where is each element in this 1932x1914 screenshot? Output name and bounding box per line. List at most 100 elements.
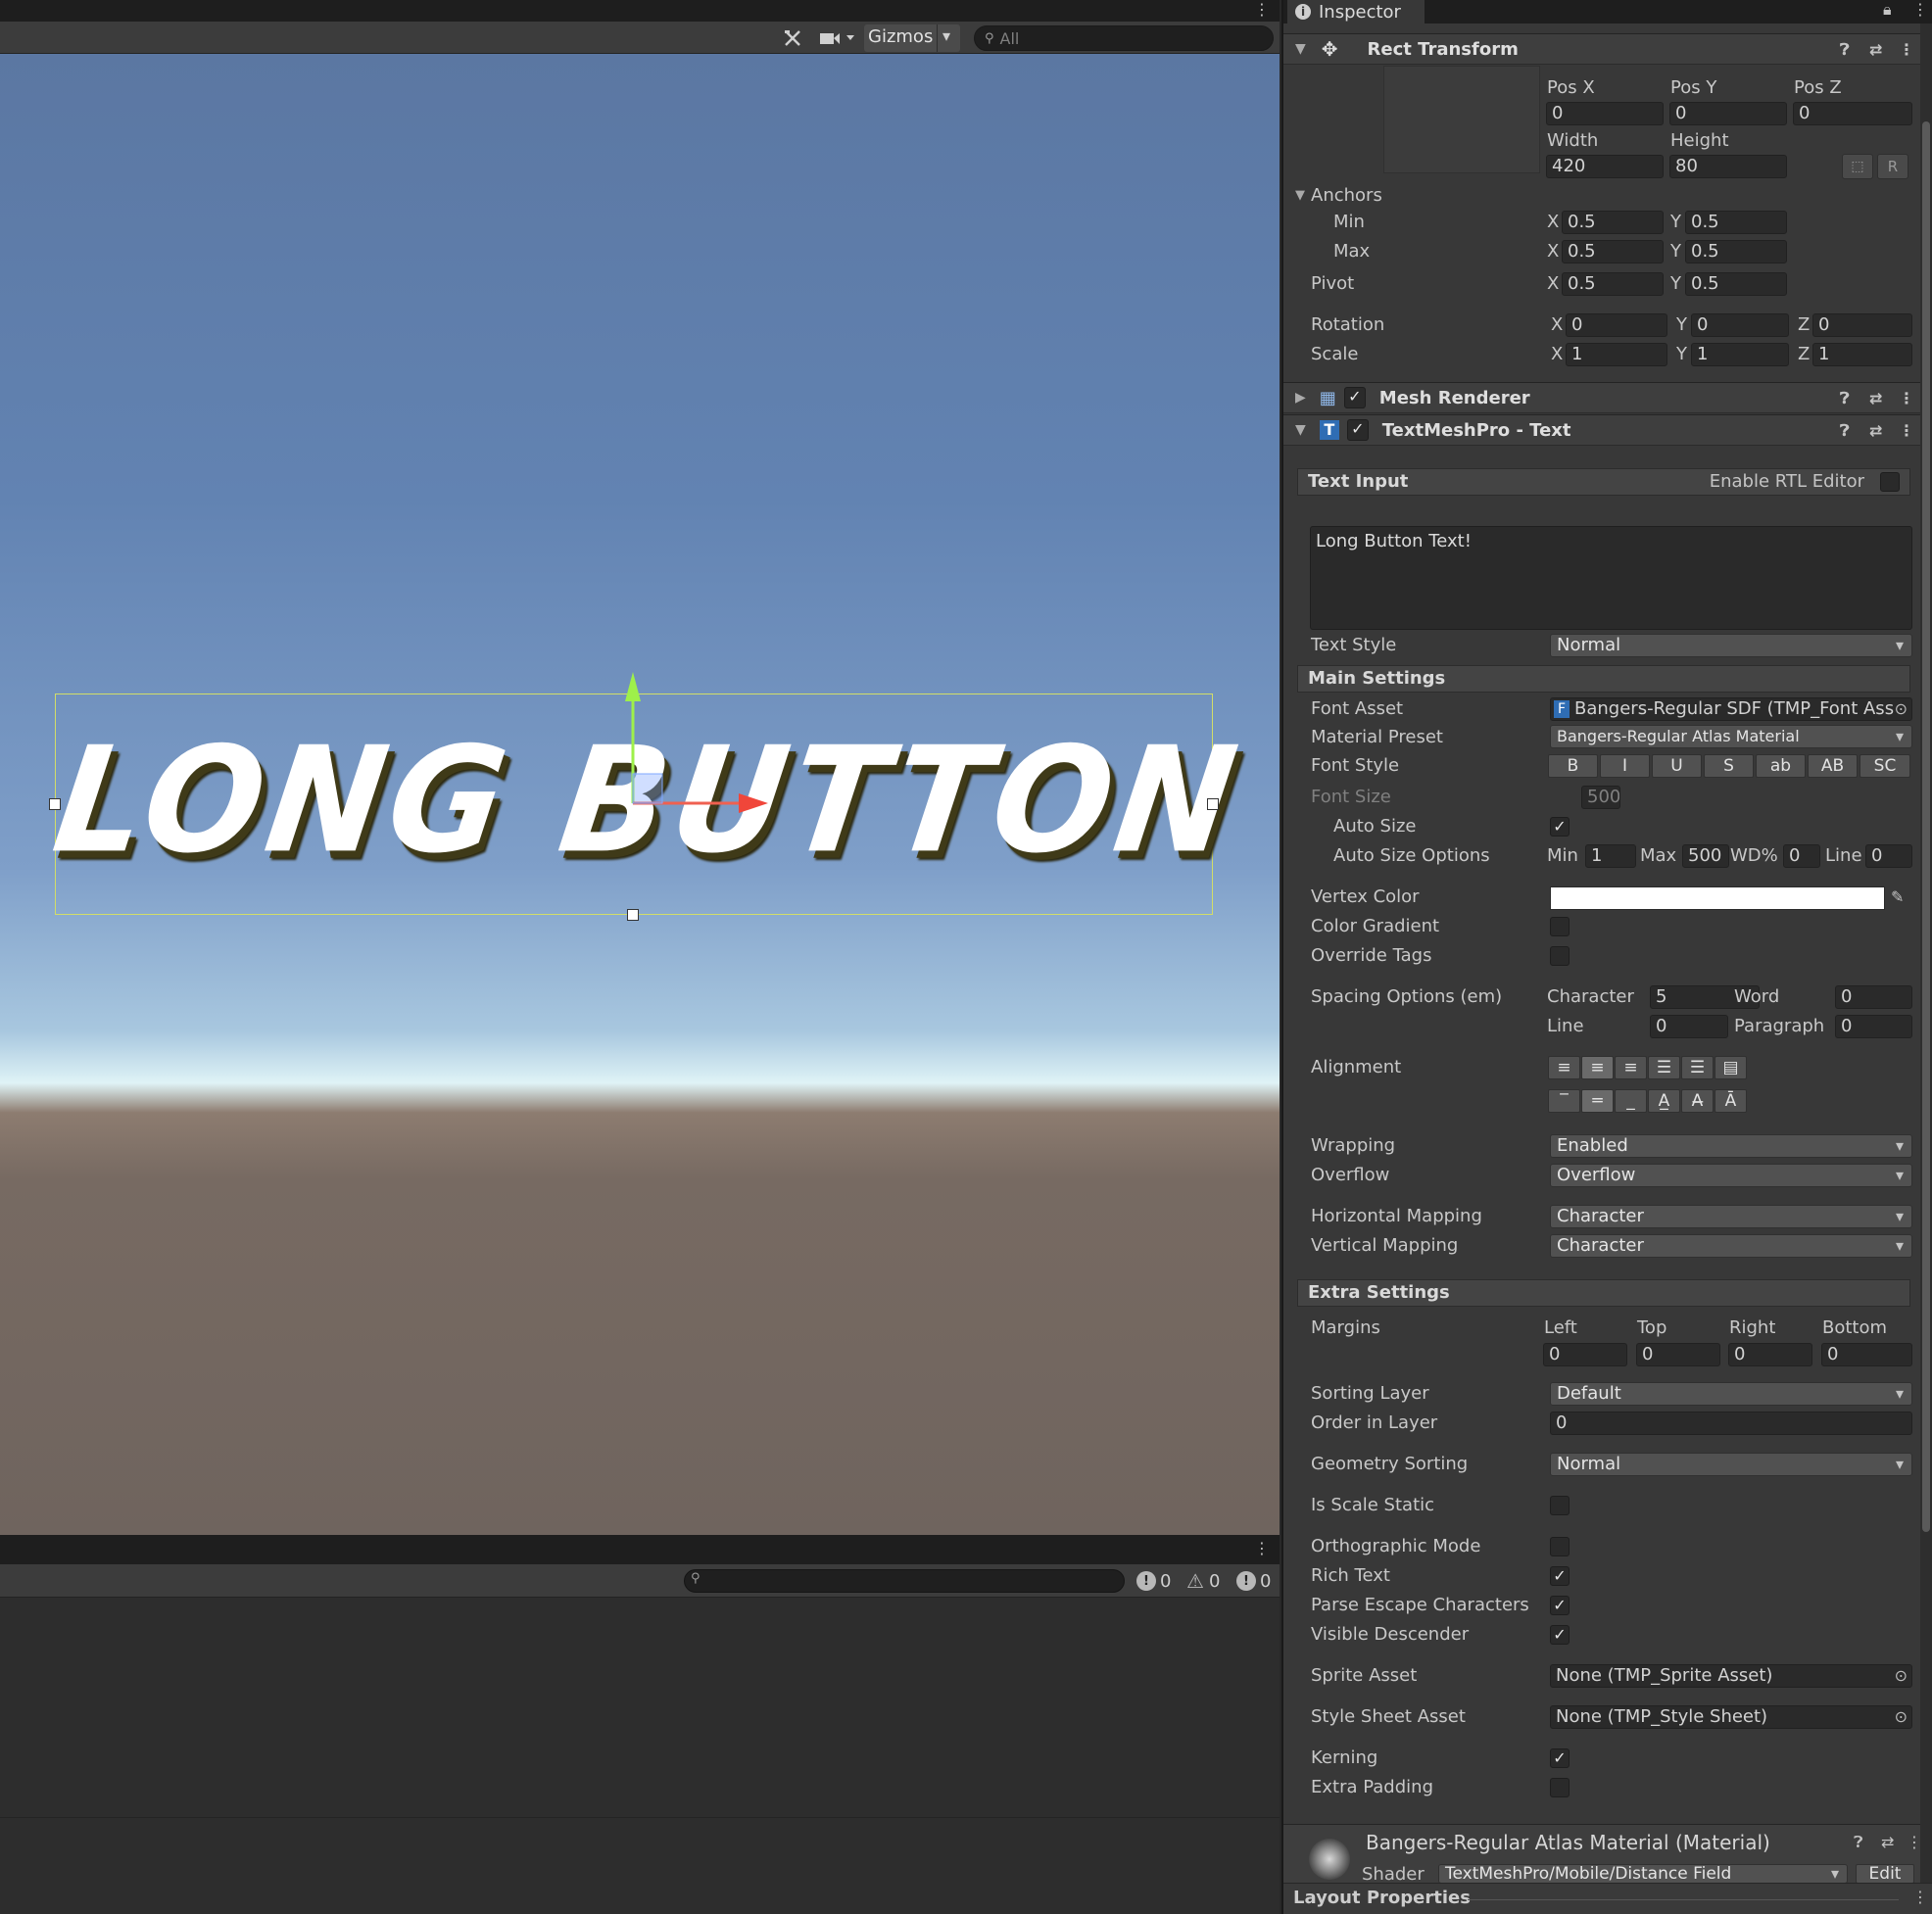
- rotation-y-field[interactable]: 0: [1691, 313, 1789, 337]
- auto-min-field[interactable]: 1: [1585, 844, 1636, 868]
- scale-x-field[interactable]: 1: [1566, 343, 1667, 366]
- visible-descender-checkbox[interactable]: ✓: [1550, 1625, 1570, 1645]
- console-warning-toggle[interactable]: ⚠ 0: [1185, 1569, 1220, 1593]
- margin-right-field[interactable]: 0: [1728, 1343, 1812, 1366]
- pos-y-field[interactable]: 0: [1669, 102, 1787, 125]
- wd-field[interactable]: 0: [1783, 844, 1820, 868]
- horizontal-mapping-dropdown[interactable]: Character: [1550, 1205, 1912, 1228]
- tools-icon[interactable]: [776, 24, 809, 52]
- material-header[interactable]: Bangers-Regular Atlas Material (Material…: [1283, 1824, 1932, 1885]
- margin-top-field[interactable]: 0: [1636, 1343, 1720, 1366]
- help-icon[interactable]: ❓︎: [1840, 38, 1850, 62]
- more-vert-icon[interactable]: ⋮: [1254, 1537, 1270, 1560]
- tmp-enabled-checkbox[interactable]: ✓: [1346, 419, 1369, 441]
- align-left-icon[interactable]: ≡: [1548, 1056, 1580, 1079]
- geometry-sorting-dropdown[interactable]: Normal: [1550, 1453, 1912, 1476]
- vertical-mapping-dropdown[interactable]: Character: [1550, 1234, 1912, 1258]
- pos-x-field[interactable]: 0: [1546, 102, 1664, 125]
- resize-handle-right[interactable]: [1207, 798, 1219, 810]
- material-preset-dropdown[interactable]: Bangers-Regular Atlas Material: [1550, 725, 1912, 748]
- parse-escape-checkbox[interactable]: ✓: [1550, 1596, 1570, 1615]
- margin-left-field[interactable]: 0: [1543, 1343, 1627, 1366]
- line-spacing-field[interactable]: 0: [1650, 1015, 1728, 1038]
- console-error-toggle[interactable]: ! 0: [1236, 1569, 1271, 1593]
- help-icon[interactable]: ❓︎: [1854, 1831, 1863, 1854]
- anchor-presets-button[interactable]: [1383, 66, 1540, 173]
- line-field[interactable]: 0: [1865, 844, 1912, 868]
- scene-view[interactable]: ⋮ Gizmos ▾ ⚲ All LONG BUTTON TEXT!: [0, 0, 1280, 1535]
- foldout-arrow-icon[interactable]: ▼: [1295, 422, 1306, 438]
- style-sheet-field[interactable]: None (TMP_Style Sheet) ⊙: [1550, 1705, 1912, 1729]
- more-vert-icon[interactable]: ⋮: [1254, 0, 1270, 22]
- blueprint-mode-icon[interactable]: ⬚: [1842, 154, 1873, 179]
- preset-icon[interactable]: ⇄: [1869, 387, 1882, 410]
- wrapping-dropdown[interactable]: Enabled: [1550, 1134, 1912, 1158]
- scale-static-checkbox[interactable]: [1550, 1496, 1570, 1515]
- vertex-color-swatch[interactable]: [1550, 886, 1885, 910]
- color-gradient-checkbox[interactable]: [1550, 917, 1570, 936]
- anchor-min-y-field[interactable]: 0.5: [1685, 211, 1787, 234]
- order-in-layer-field[interactable]: 0: [1550, 1412, 1912, 1435]
- auto-size-checkbox[interactable]: ✓: [1550, 817, 1570, 837]
- rotation-z-field[interactable]: 0: [1812, 313, 1912, 337]
- align-geometry-center-icon[interactable]: ▤: [1715, 1056, 1747, 1079]
- text-style-dropdown[interactable]: Normal: [1550, 634, 1912, 657]
- console-info-toggle[interactable]: ! 0: [1136, 1569, 1171, 1593]
- align-capline-icon[interactable]: Ā: [1715, 1089, 1747, 1113]
- align-justified-icon[interactable]: ☰: [1648, 1056, 1680, 1079]
- console-log-area[interactable]: [0, 1598, 1280, 1914]
- help-icon[interactable]: ❓︎: [1840, 387, 1850, 410]
- height-field[interactable]: 80: [1669, 155, 1787, 178]
- shader-edit-button[interactable]: Edit: [1856, 1864, 1914, 1884]
- align-top-icon[interactable]: ‾: [1548, 1089, 1580, 1113]
- font-asset-field[interactable]: F Bangers-Regular SDF (TMP_Font Ass ⊙: [1550, 697, 1912, 721]
- font-style-smallcaps-button[interactable]: SC: [1860, 754, 1910, 778]
- object-picker-icon[interactable]: ⊙: [1895, 1665, 1908, 1687]
- font-style-bold-button[interactable]: B: [1548, 754, 1598, 778]
- margin-bottom-field[interactable]: 0: [1821, 1343, 1912, 1366]
- overflow-dropdown[interactable]: Overflow: [1550, 1164, 1912, 1187]
- lock-icon[interactable]: 🔒︎: [1883, 0, 1892, 22]
- font-style-lowercase-button[interactable]: ab: [1756, 754, 1806, 778]
- auto-max-field[interactable]: 500: [1682, 844, 1729, 868]
- pivot-x-field[interactable]: 0.5: [1562, 272, 1664, 296]
- raw-edit-button[interactable]: R: [1877, 154, 1908, 179]
- enable-rtl-checkbox[interactable]: [1880, 472, 1900, 492]
- width-field[interactable]: 420: [1546, 155, 1664, 178]
- anchor-min-x-field[interactable]: 0.5: [1562, 211, 1664, 234]
- scrollbar-thumb[interactable]: [1922, 121, 1930, 1532]
- object-picker-icon[interactable]: ⊙: [1895, 1706, 1908, 1728]
- align-center-icon[interactable]: ≡: [1581, 1056, 1614, 1079]
- move-gizmo[interactable]: [588, 666, 784, 813]
- camera-icon[interactable]: [813, 24, 860, 52]
- override-tags-checkbox[interactable]: [1550, 946, 1570, 966]
- align-flush-icon[interactable]: ☰: [1681, 1056, 1714, 1079]
- gizmos-dropdown[interactable]: Gizmos ▾: [864, 24, 960, 52]
- more-vert-icon[interactable]: ⋮: [1899, 387, 1914, 410]
- pivot-y-field[interactable]: 0.5: [1685, 272, 1787, 296]
- preset-icon[interactable]: ⇄: [1869, 419, 1882, 443]
- align-middle-icon[interactable]: ═: [1581, 1089, 1614, 1113]
- sprite-asset-field[interactable]: None (TMP_Sprite Asset) ⊙: [1550, 1664, 1912, 1688]
- foldout-arrow-icon[interactable]: ▼: [1295, 184, 1305, 208]
- word-spacing-field[interactable]: 0: [1835, 985, 1912, 1009]
- more-vert-icon[interactable]: ⋮: [1912, 1886, 1928, 1909]
- tmp-text-header[interactable]: ▼ T ✓ TextMeshPro - Text ❓︎ ⇄ ⋮: [1283, 414, 1932, 446]
- resize-handle-bottom[interactable]: [627, 909, 639, 921]
- more-vert-icon[interactable]: ⋮: [1912, 0, 1928, 22]
- text-input-area[interactable]: Long Button Text!: [1310, 526, 1912, 630]
- scale-z-field[interactable]: 1: [1812, 343, 1912, 366]
- align-right-icon[interactable]: ≡: [1615, 1056, 1647, 1079]
- eyedropper-icon[interactable]: ✎: [1891, 885, 1904, 909]
- layout-properties-bar[interactable]: Layout Properties ⋮: [1283, 1883, 1932, 1914]
- more-vert-icon[interactable]: ⋮: [1899, 38, 1914, 62]
- orthographic-mode-checkbox[interactable]: [1550, 1537, 1570, 1556]
- inspector-scrollbar[interactable]: [1920, 24, 1932, 1883]
- anchor-max-x-field[interactable]: 0.5: [1562, 240, 1664, 263]
- mesh-renderer-header[interactable]: ▶ ▦ ✓ Mesh Renderer ❓︎ ⇄ ⋮: [1283, 382, 1932, 413]
- font-style-italic-button[interactable]: I: [1600, 754, 1650, 778]
- rotation-x-field[interactable]: 0: [1566, 313, 1667, 337]
- more-vert-icon[interactable]: ⋮: [1899, 419, 1914, 443]
- preset-icon[interactable]: ⇄: [1869, 38, 1882, 62]
- foldout-collapsed-icon[interactable]: ▶: [1295, 390, 1306, 406]
